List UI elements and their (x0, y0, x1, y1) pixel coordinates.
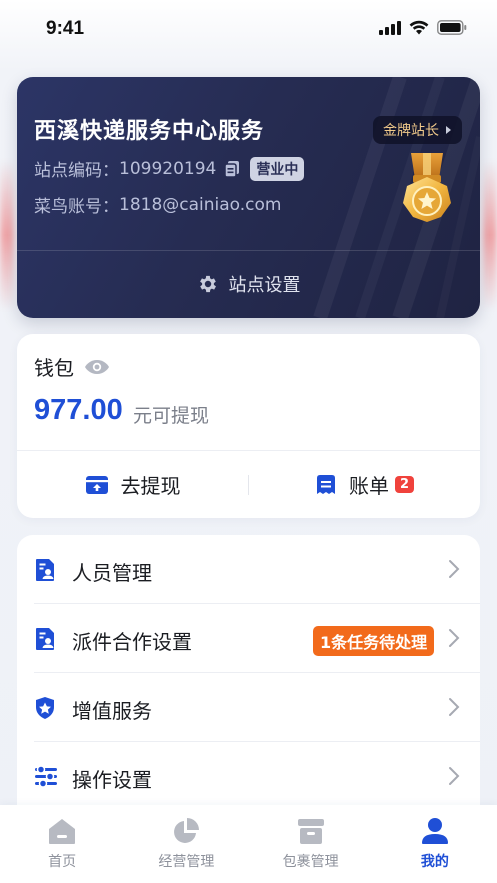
menu-label: 增值服务 (72, 699, 152, 723)
status-bar: 9:41 (0, 0, 497, 60)
gold-station-master-badge[interactable]: 金牌站长 (373, 116, 462, 144)
tab-label: 我的 (420, 854, 449, 870)
station-settings-button[interactable]: 站点设置 (17, 250, 480, 318)
withdraw-button[interactable]: 去提现 (17, 451, 248, 518)
wallet-unit: 元可提现 (133, 405, 210, 427)
tab-label: 包裹管理 (282, 854, 339, 870)
station-name: 西溪快递服务中心服务 (34, 119, 265, 144)
menu-label: 人员管理 (72, 561, 152, 585)
menu-item-staff-management[interactable]: 人员管理 (17, 535, 480, 604)
station-card: 西溪快递服务中心服务 金牌站长 站点编码： 109920194 营业中 菜鸟账号… (17, 77, 480, 318)
shield-star-icon (36, 697, 54, 719)
chevron-right-icon (449, 698, 460, 716)
bottom-tab-bar: 首页 经营管理 包裹管理 我的 (0, 805, 497, 883)
business-status-tag: 营业中 (250, 156, 305, 181)
wallet-title: 钱包 (34, 356, 74, 380)
bill-icon (316, 474, 335, 494)
wallet-amount: 977.00 (34, 394, 123, 426)
bill-button[interactable]: 账单 2 (249, 451, 480, 518)
wallet-header: 钱包 (34, 352, 110, 381)
menu-item-operation-settings[interactable]: 操作设置 (17, 742, 480, 811)
station-code-label: 站点编码： (34, 161, 119, 181)
tab-home[interactable]: 首页 (0, 805, 124, 883)
chevron-right-icon (449, 629, 460, 647)
menu-item-value-added-services[interactable]: 增值服务 (17, 673, 480, 742)
status-icons (379, 20, 467, 35)
tab-package-management[interactable]: 包裹管理 (249, 805, 373, 883)
eye-icon[interactable] (84, 359, 110, 375)
bill-count-badge: 2 (394, 476, 415, 493)
menu-item-delivery-cooperation[interactable]: 派件合作设置 1条任务待处理 (17, 604, 480, 673)
battery-icon (437, 20, 467, 35)
package-icon (297, 819, 324, 844)
staff-doc-icon (36, 559, 54, 581)
side-glow-right (483, 160, 497, 310)
account-value: 1818@cainiao.com (119, 194, 282, 215)
home-icon (49, 819, 76, 844)
badge-label: 金牌站长 (383, 123, 439, 139)
account-row: 菜鸟账号： 1818@cainiao.com (34, 192, 282, 218)
bill-label: 账单 (348, 474, 389, 498)
wallet-actions: 去提现 账单 2 (17, 451, 480, 518)
sliders-icon (35, 765, 57, 787)
status-time: 9:41 (46, 18, 85, 39)
gold-medal-icon (403, 153, 451, 222)
caret-right-icon (446, 126, 451, 134)
signal-icon (379, 20, 401, 35)
chevron-right-icon (449, 560, 460, 578)
delivery-doc-icon (36, 628, 54, 650)
gear-icon (199, 275, 216, 293)
wifi-icon (409, 20, 429, 35)
account-label: 菜鸟账号： (34, 197, 119, 217)
station-code-row: 站点编码： 109920194 营业中 (34, 156, 305, 181)
user-icon (421, 818, 448, 844)
copy-icon[interactable] (224, 160, 240, 178)
pie-chart-icon (174, 818, 200, 843)
chevron-right-icon (449, 767, 460, 785)
withdraw-icon (85, 475, 108, 494)
wallet-card: 钱包 977.00 元可提现 去提现 账单 2 (17, 334, 480, 518)
tab-mine[interactable]: 我的 (373, 805, 497, 883)
station-code-value: 109920194 (119, 158, 217, 179)
station-settings-label: 站点设置 (228, 275, 301, 296)
side-glow-left (0, 160, 14, 310)
tab-business-management[interactable]: 经营管理 (124, 805, 248, 883)
withdraw-label: 去提现 (120, 474, 181, 498)
tab-label: 经营管理 (158, 854, 215, 870)
menu-list: 人员管理 派件合作设置 1条任务待处理 增值服务 操作设置 (17, 535, 480, 835)
tab-label: 首页 (48, 854, 77, 870)
menu-label: 派件合作设置 (72, 630, 192, 654)
menu-label: 操作设置 (72, 768, 152, 792)
pending-task-badge: 1条任务待处理 (313, 626, 435, 656)
